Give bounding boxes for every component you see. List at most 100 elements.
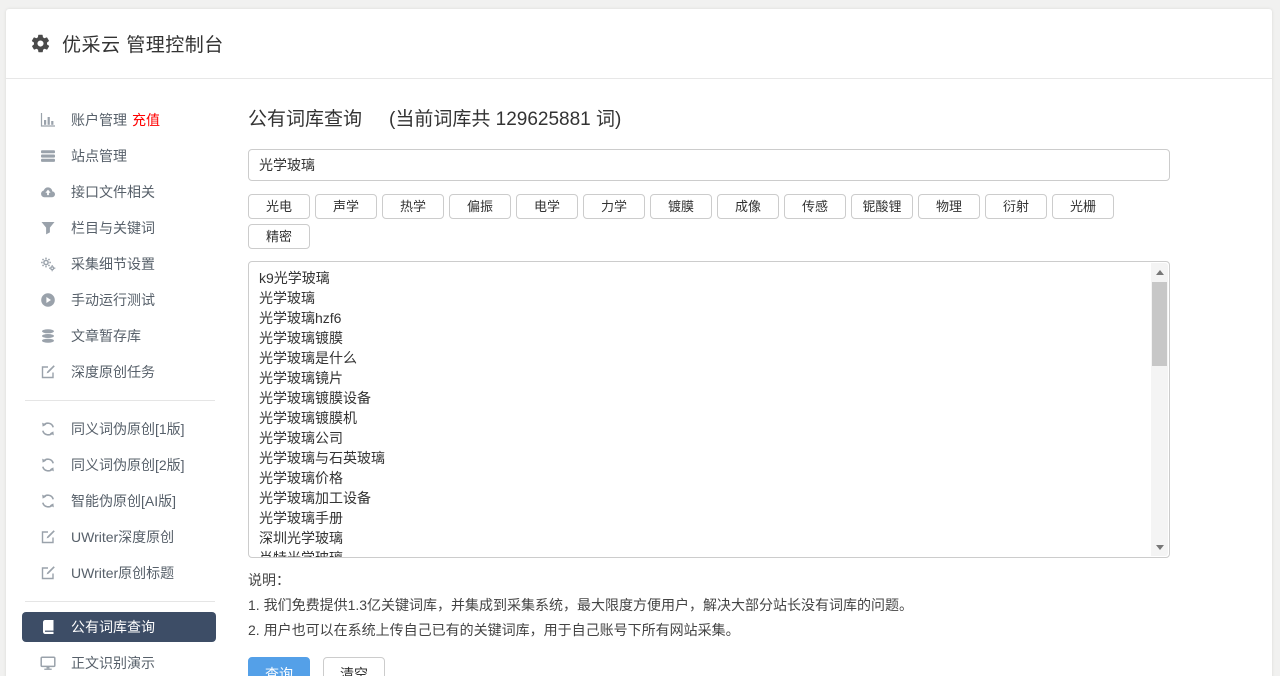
tag-button[interactable]: 镀膜 <box>650 194 712 219</box>
list-item[interactable]: 光学玻璃镀膜设备 <box>259 388 1145 408</box>
refresh-icon <box>40 421 57 437</box>
book-icon <box>40 619 57 635</box>
scroll-up-button[interactable] <box>1151 264 1168 280</box>
query-button[interactable]: 查询 <box>248 657 310 676</box>
tag-button[interactable]: 精密 <box>248 224 310 249</box>
sidebar-item-columns-keywords[interactable]: 栏目与关键词 <box>22 210 216 246</box>
sidebar: 账户管理充值 站点管理 接口文件相关 栏目与关键词 <box>6 79 248 676</box>
sidebar-item-uwriter-title[interactable]: UWriter原创标题 <box>22 555 216 591</box>
refresh-icon <box>40 493 57 509</box>
filter-icon <box>40 220 57 236</box>
list-item[interactable]: 光学玻璃公司 <box>259 428 1145 448</box>
tag-button[interactable]: 光电 <box>248 194 310 219</box>
bar-chart-icon <box>40 112 57 128</box>
sidebar-item-label: UWriter深度原创 <box>71 527 174 547</box>
main-content: 公有词库查询 (当前词库共 129625881 词) 光电 声学 热学 偏振 电学… <box>248 79 1170 676</box>
sidebar-item-collection-settings[interactable]: 采集细节设置 <box>22 246 216 282</box>
gear-icon <box>30 33 51 54</box>
sidebar-item-label: 同义词伪原创[1版] <box>71 419 185 439</box>
tag-button[interactable]: 传感 <box>784 194 846 219</box>
app-title: 优采云 管理控制台 <box>62 30 224 57</box>
sidebar-item-public-thesaurus[interactable]: 公有词库查询 <box>22 612 216 642</box>
refresh-icon <box>40 457 57 473</box>
list-item[interactable]: 光学玻璃hzf6 <box>259 308 1145 328</box>
sidebar-item-label: 接口文件相关 <box>71 182 155 202</box>
tag-button[interactable]: 物理 <box>918 194 980 219</box>
notes-section: 说明： 1. 我们免费提供1.3亿关键词库，并集成到采集系统，最大限度方便用户，… <box>248 568 1170 643</box>
vertical-scrollbar[interactable] <box>1151 263 1168 556</box>
keyword-search-input[interactable] <box>248 149 1170 181</box>
app-window: 优采云 管理控制台 账户管理充值 站点管理 接口文件相关 <box>6 9 1272 676</box>
sidebar-item-article-staging[interactable]: 文章暂存库 <box>22 318 216 354</box>
sidebar-item-label: 同义词伪原创[2版] <box>71 455 185 475</box>
sidebar-item-synonym-v2[interactable]: 同义词伪原创[2版] <box>22 447 216 483</box>
list-item[interactable]: 光学玻璃价格 <box>259 468 1145 488</box>
sidebar-item-deep-original-task[interactable]: 深度原创任务 <box>22 354 216 390</box>
list-item[interactable]: k9光学玻璃 <box>259 268 1145 288</box>
sidebar-item-label: UWriter原创标题 <box>71 563 174 583</box>
page-title: 公有词库查询 (当前词库共 129625881 词) <box>248 107 1170 133</box>
edit-icon <box>40 565 57 581</box>
server-icon <box>40 148 57 164</box>
sidebar-item-label: 智能伪原创[AI版] <box>71 491 176 511</box>
scrollbar-thumb[interactable] <box>1152 282 1167 366</box>
sidebar-item-ai-pseudo-original[interactable]: 智能伪原创[AI版] <box>22 483 216 519</box>
page-title-text: 公有词库查询 <box>248 109 362 130</box>
tag-button-row: 光电 声学 热学 偏振 电学 力学 镀膜 成像 传感 铌酸锂 物理 衍射 光栅 … <box>248 194 1170 249</box>
sidebar-item-account[interactable]: 账户管理充值 <box>22 102 216 138</box>
result-listbox[interactable]: k9光学玻璃 光学玻璃 光学玻璃hzf6 光学玻璃镀膜 光学玻璃是什么 光学玻璃… <box>248 261 1170 558</box>
tag-button[interactable]: 成像 <box>717 194 779 219</box>
tag-button[interactable]: 铌酸锂 <box>851 194 913 219</box>
sidebar-item-label: 站点管理 <box>71 146 127 166</box>
play-circle-icon <box>40 292 57 308</box>
notes-heading: 说明： <box>248 568 1170 593</box>
sidebar-item-label: 手动运行测试 <box>71 290 155 310</box>
sidebar-item-interface-files[interactable]: 接口文件相关 <box>22 174 216 210</box>
list-item[interactable]: 光学玻璃镀膜机 <box>259 408 1145 428</box>
sidebar-item-synonym-v1[interactable]: 同义词伪原创[1版] <box>22 411 216 447</box>
monitor-icon <box>40 655 57 671</box>
cloud-upload-icon <box>40 184 57 200</box>
list-item[interactable]: 光学玻璃是什么 <box>259 348 1145 368</box>
sidebar-item-label: 采集细节设置 <box>71 254 155 274</box>
recharge-badge[interactable]: 充值 <box>132 112 160 128</box>
thesaurus-word-count: (当前词库共 129625881 词) <box>389 109 621 130</box>
sidebar-divider <box>25 400 215 401</box>
sidebar-item-label: 深度原创任务 <box>71 362 155 382</box>
tag-button[interactable]: 偏振 <box>449 194 511 219</box>
sidebar-item-label: 文章暂存库 <box>71 326 141 346</box>
sidebar-item-uwriter-deep[interactable]: UWriter深度原创 <box>22 519 216 555</box>
scroll-down-button[interactable] <box>1151 539 1168 555</box>
sidebar-item-label: 公有词库查询 <box>71 617 155 637</box>
action-button-row: 查询 清空 <box>248 657 1170 676</box>
clear-button[interactable]: 清空 <box>323 657 385 676</box>
gears-icon <box>40 256 57 272</box>
edit-icon <box>40 364 57 380</box>
database-icon <box>40 328 57 344</box>
notes-line-2: 2. 用户也可以在系统上传自己已有的关键词库，用于自己账号下所有网站采集。 <box>248 618 1170 643</box>
list-item[interactable]: 深圳光学玻璃 <box>259 528 1145 548</box>
triangle-down-icon <box>1156 545 1164 550</box>
tag-button[interactable]: 热学 <box>382 194 444 219</box>
list-item[interactable]: 光学玻璃加工设备 <box>259 488 1145 508</box>
notes-line-1: 1. 我们免费提供1.3亿关键词库，并集成到采集系统，最大限度方便用户，解决大部… <box>248 593 1170 618</box>
list-item[interactable]: 肖特光学玻璃 <box>259 548 1145 558</box>
list-item[interactable]: 光学玻璃与石英玻璃 <box>259 448 1145 468</box>
triangle-up-icon <box>1156 270 1164 275</box>
list-item[interactable]: 光学玻璃手册 <box>259 508 1145 528</box>
tag-button[interactable]: 声学 <box>315 194 377 219</box>
tag-button[interactable]: 光栅 <box>1052 194 1114 219</box>
app-header: 优采云 管理控制台 <box>6 9 1272 79</box>
tag-button[interactable]: 衍射 <box>985 194 1047 219</box>
sidebar-item-manual-run-test[interactable]: 手动运行测试 <box>22 282 216 318</box>
edit-icon <box>40 529 57 545</box>
sidebar-item-label: 账户管理充值 <box>71 110 160 130</box>
tag-button[interactable]: 力学 <box>583 194 645 219</box>
list-item[interactable]: 光学玻璃镀膜 <box>259 328 1145 348</box>
list-item[interactable]: 光学玻璃 <box>259 288 1145 308</box>
sidebar-item-body-recognition-demo[interactable]: 正文识别演示 <box>22 645 216 676</box>
sidebar-item-label: 栏目与关键词 <box>71 218 155 238</box>
list-item[interactable]: 光学玻璃镜片 <box>259 368 1145 388</box>
tag-button[interactable]: 电学 <box>516 194 578 219</box>
sidebar-item-sites[interactable]: 站点管理 <box>22 138 216 174</box>
